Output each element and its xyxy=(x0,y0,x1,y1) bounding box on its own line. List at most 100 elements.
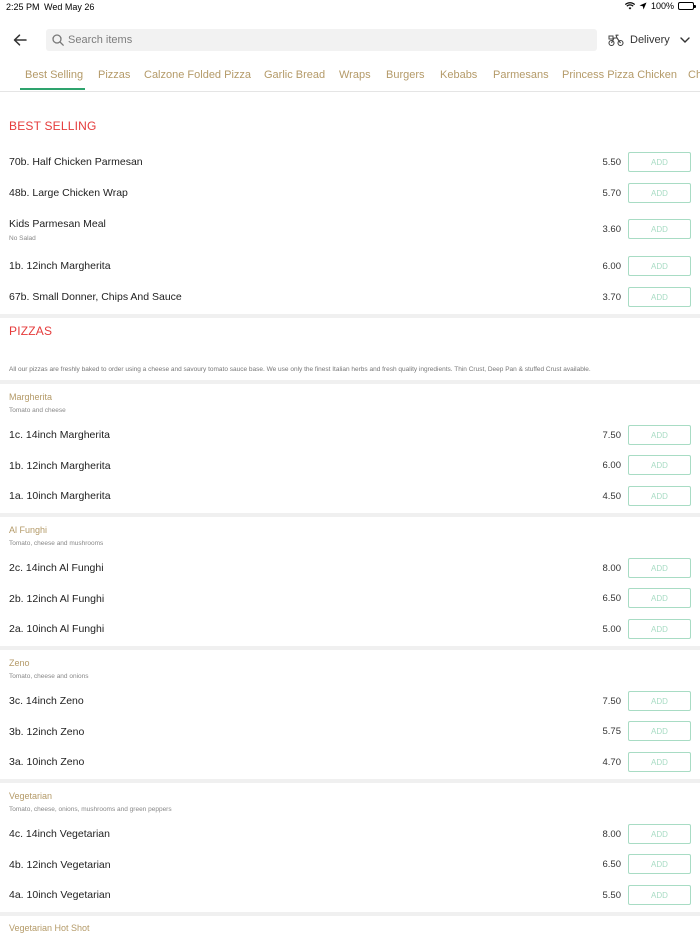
item-name: 1a. 10inch Margherita xyxy=(9,490,111,502)
item-name: 2b. 12inch Al Funghi xyxy=(9,593,105,605)
status-time: 2:25 PM xyxy=(6,2,40,12)
add-button[interactable]: ADD xyxy=(628,256,691,276)
search-input[interactable] xyxy=(68,34,568,46)
tab-ch[interactable]: Ch xyxy=(688,69,700,81)
item-name: 70b. Half Chicken Parmesan xyxy=(9,156,143,168)
top-bar: Delivery xyxy=(0,26,700,54)
item-price: 6.50 xyxy=(602,593,622,604)
item-name: Kids Parmesan Meal xyxy=(9,218,106,230)
tab-wraps[interactable]: Wraps xyxy=(339,69,371,81)
back-arrow-icon xyxy=(13,34,27,46)
add-button[interactable]: ADD xyxy=(628,486,691,506)
wifi-icon xyxy=(624,2,635,10)
add-button[interactable]: ADD xyxy=(628,619,691,639)
battery-percent: 100% xyxy=(650,1,674,11)
tab-calzone-folded-pizza[interactable]: Calzone Folded Pizza xyxy=(144,69,251,81)
status-bar: 2:25 PM Wed May 26 100% xyxy=(0,0,700,14)
item-price: 4.70 xyxy=(602,757,622,768)
delivery-label: Delivery xyxy=(630,34,670,46)
add-button[interactable]: ADD xyxy=(628,721,691,741)
group-description: Tomato, cheese and onions xyxy=(9,673,89,680)
item-name: 48b. Large Chicken Wrap xyxy=(9,187,128,199)
section-description: All our pizzas are freshly baked to orde… xyxy=(9,366,591,373)
item-price: 5.70 xyxy=(602,188,622,199)
section-divider xyxy=(0,912,700,916)
item-name: 1c. 14inch Margherita xyxy=(9,429,110,441)
section-title-pizzas: PIZZAS xyxy=(9,324,53,338)
search-bar[interactable] xyxy=(46,29,597,51)
tab-pizzas[interactable]: Pizzas xyxy=(98,69,130,81)
scooter-icon xyxy=(608,34,624,46)
group-description: Tomato and cheese xyxy=(9,407,66,414)
add-button[interactable]: ADD xyxy=(628,425,691,445)
status-date: Wed May 26 xyxy=(44,2,95,12)
tab-best-selling[interactable]: Best Selling xyxy=(25,69,83,81)
group-title: Vegetarian xyxy=(9,791,53,801)
item-price: 4.50 xyxy=(602,491,622,502)
item-price: 7.50 xyxy=(602,696,622,707)
item-price: 5.50 xyxy=(602,890,622,901)
tab-burgers[interactable]: Burgers xyxy=(386,69,425,81)
item-name: 67b. Small Donner, Chips And Sauce xyxy=(9,291,182,303)
item-name: 2a. 10inch Al Funghi xyxy=(9,623,105,635)
item-name: 3b. 12inch Zeno xyxy=(9,726,85,738)
location-arrow-icon xyxy=(639,2,647,10)
item-price: 6.50 xyxy=(602,859,622,870)
item-name: 4c. 14inch Vegetarian xyxy=(9,828,110,840)
battery-icon xyxy=(678,2,696,10)
add-button[interactable]: ADD xyxy=(628,752,691,772)
status-indicators: 100% xyxy=(624,1,696,11)
add-button[interactable]: ADD xyxy=(628,219,691,239)
back-button[interactable] xyxy=(10,30,30,50)
add-button[interactable]: ADD xyxy=(628,588,691,608)
add-button[interactable]: ADD xyxy=(628,558,691,578)
section-divider xyxy=(0,646,700,650)
item-name: 3a. 10inch Zeno xyxy=(9,756,85,768)
item-price: 5.00 xyxy=(602,624,622,635)
tab-princess-pizza-chicken[interactable]: Princess Pizza Chicken xyxy=(562,69,677,81)
tab-garlic-bread[interactable]: Garlic Bread xyxy=(264,69,325,81)
item-price: 3.60 xyxy=(602,224,622,235)
item-name: 1b. 12inch Margherita xyxy=(9,460,111,472)
add-button[interactable]: ADD xyxy=(628,691,691,711)
delivery-selector[interactable]: Delivery xyxy=(608,30,690,50)
category-tabs: Best Selling Pizzas Calzone Folded Pizza… xyxy=(0,60,700,92)
item-price: 3.70 xyxy=(602,292,622,303)
group-description: Tomato, cheese and mushrooms xyxy=(9,540,104,547)
chevron-down-icon xyxy=(680,37,690,43)
section-divider xyxy=(0,380,700,384)
add-button[interactable]: ADD xyxy=(628,183,691,203)
item-price: 8.00 xyxy=(602,563,622,574)
item-price: 7.50 xyxy=(602,430,622,441)
item-price: 6.00 xyxy=(602,261,622,272)
item-price: 5.75 xyxy=(602,726,622,737)
add-button[interactable]: ADD xyxy=(628,455,691,475)
group-title: Al Funghi xyxy=(9,525,48,535)
item-price: 8.00 xyxy=(602,829,622,840)
item-name: 2c. 14inch Al Funghi xyxy=(9,562,104,574)
item-name: 3c. 14inch Zeno xyxy=(9,695,84,707)
add-button[interactable]: ADD xyxy=(628,152,691,172)
item-name: 4a. 10inch Vegetarian xyxy=(9,889,111,901)
add-button[interactable]: ADD xyxy=(628,824,691,844)
section-divider xyxy=(0,779,700,783)
active-tab-indicator xyxy=(20,88,85,90)
item-name: 1b. 12inch Margherita xyxy=(9,260,111,272)
group-title: Zeno xyxy=(9,658,30,668)
tab-parmesans[interactable]: Parmesans xyxy=(493,69,549,81)
add-button[interactable]: ADD xyxy=(628,885,691,905)
search-icon xyxy=(52,34,64,46)
section-title-best-selling: BEST SELLING xyxy=(9,119,97,133)
group-description: Tomato, cheese, onions, mushrooms and gr… xyxy=(9,806,172,813)
tab-kebabs[interactable]: Kebabs xyxy=(440,69,477,81)
section-divider xyxy=(0,314,700,318)
add-button[interactable]: ADD xyxy=(628,854,691,874)
item-subtext: No Salad xyxy=(9,235,36,242)
group-title: Vegetarian Hot Shot xyxy=(9,923,90,933)
item-price: 6.00 xyxy=(602,460,622,471)
item-price: 5.50 xyxy=(602,157,622,168)
add-button[interactable]: ADD xyxy=(628,287,691,307)
group-title: Margherita xyxy=(9,392,53,402)
item-name: 4b. 12inch Vegetarian xyxy=(9,859,111,871)
section-divider xyxy=(0,513,700,517)
